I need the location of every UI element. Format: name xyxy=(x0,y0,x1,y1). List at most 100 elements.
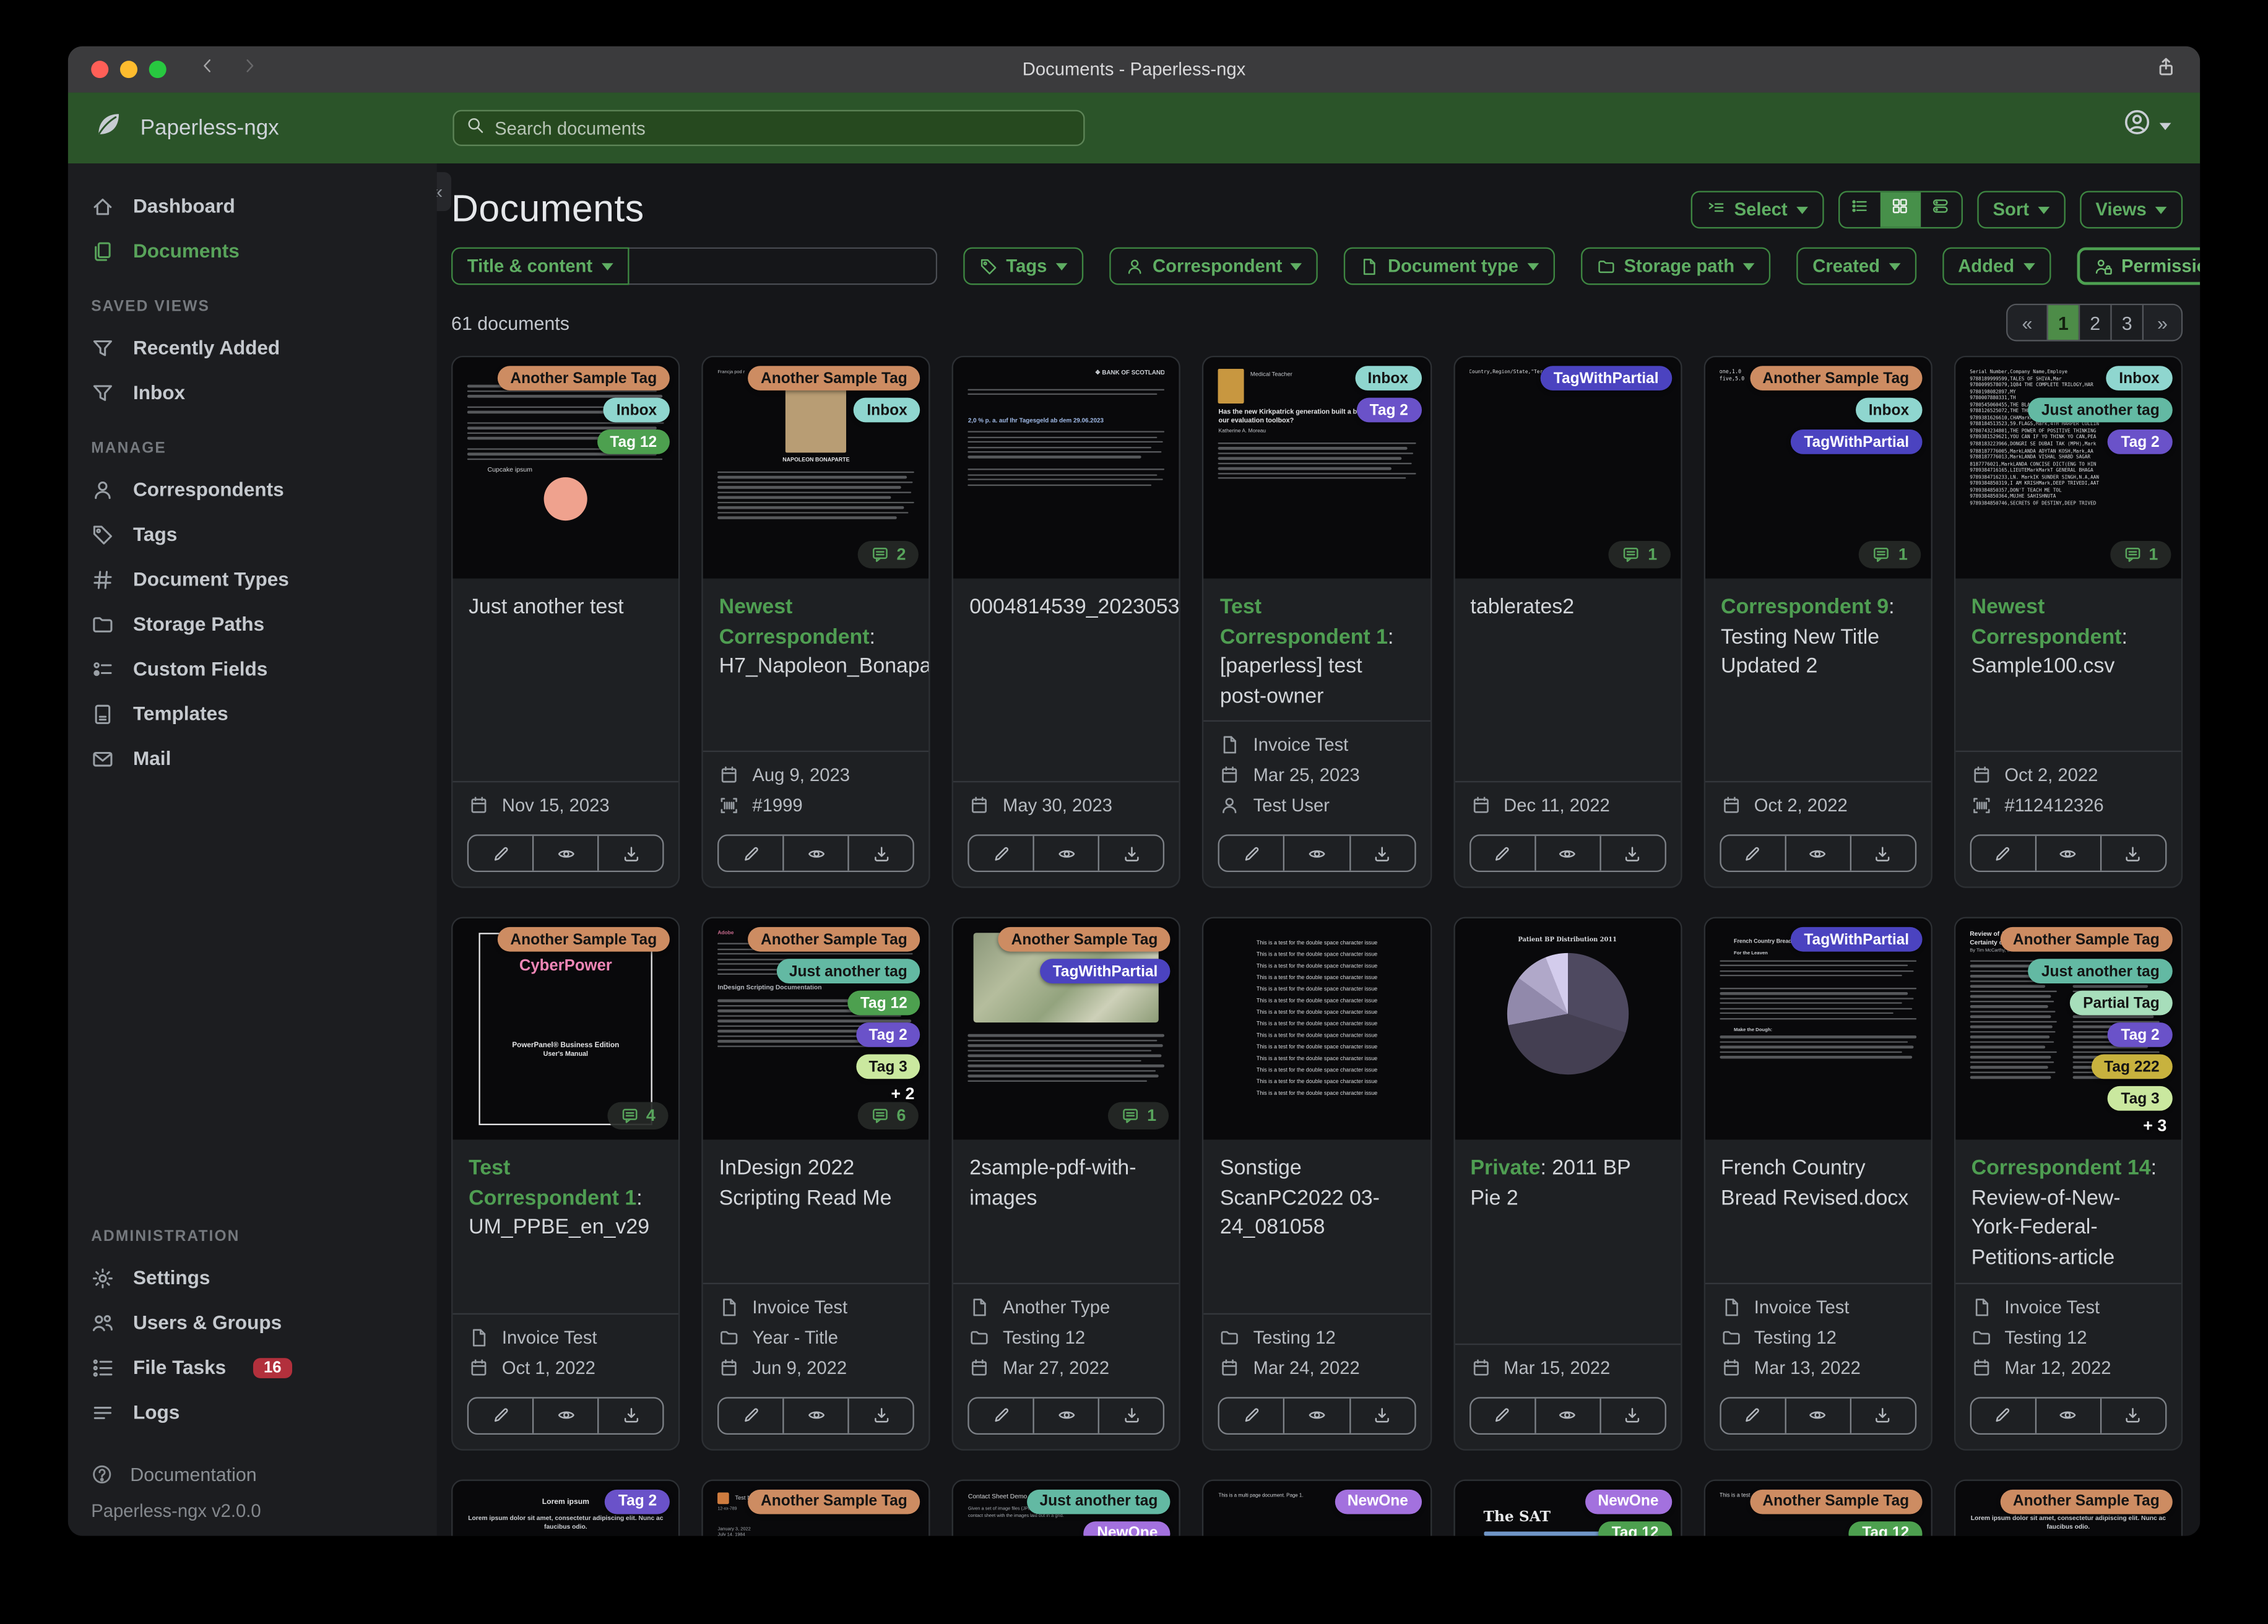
view-button[interactable] xyxy=(1534,1397,1599,1433)
tag-badge[interactable]: NewOne xyxy=(1084,1521,1171,1536)
tag-badge[interactable]: Inbox xyxy=(1354,366,1421,391)
tag-badge[interactable]: Tag 2 xyxy=(855,1022,920,1048)
added-filter-button[interactable]: Added xyxy=(1942,247,2051,285)
title-content-button[interactable]: Title & content xyxy=(451,247,629,285)
document-card[interactable]: Medical Teacher Has the new Kirkpatrick g… xyxy=(1202,355,1432,889)
tag-badge[interactable]: Another Sample Tag xyxy=(497,927,670,952)
correspondent-filter-button[interactable]: Correspondent xyxy=(1109,247,1318,285)
sidebar-item-correspondents[interactable]: Correspondents xyxy=(68,467,437,512)
view-button[interactable] xyxy=(1784,836,1850,871)
download-button[interactable] xyxy=(1098,836,1163,871)
comments-badge[interactable]: 1 xyxy=(1107,1102,1170,1130)
tag-badge[interactable]: Partial Tag xyxy=(2070,991,2173,1016)
document-preview[interactable]: This is a test Another Sample Tag Tag 12 xyxy=(1705,1480,1931,1536)
tag-badge[interactable]: Another Sample Tag xyxy=(1749,1488,1923,1514)
list-view-button[interactable] xyxy=(1840,192,1880,227)
view-button[interactable] xyxy=(1283,1397,1349,1433)
download-button[interactable] xyxy=(1850,1397,1915,1433)
document-preview[interactable]: French Country Bread For the Leaven Make t… xyxy=(1705,918,1931,1141)
document-preview[interactable]: Lorem ipsumLorem ipsum dolor sit amet, c… xyxy=(452,1480,679,1536)
tag-badge[interactable]: NewOne xyxy=(1334,1488,1421,1514)
sidebar-item-custom-fields[interactable]: Custom Fields xyxy=(68,647,437,691)
view-button[interactable] xyxy=(782,1397,848,1433)
document-card[interactable]: Adobe InDesign Scripting Documentation Ano… xyxy=(701,917,931,1450)
document-preview[interactable]: Adobe InDesign Scripting Documentation Ano… xyxy=(703,918,929,1141)
tag-badge[interactable]: Tag 12 xyxy=(597,430,670,454)
tag-badge[interactable]: Tag 3 xyxy=(855,1055,920,1079)
edit-button[interactable] xyxy=(1470,1398,1534,1433)
document-title[interactable]: Newest Correspondent: H7_Napoleon_Bonapa… xyxy=(703,579,929,751)
document-title[interactable]: Correspondent 14: Review-of-New-York-Fed… xyxy=(1955,1140,2181,1282)
tag-badge[interactable]: Inbox xyxy=(2106,366,2173,391)
storage-path-filter-button[interactable]: Storage path xyxy=(1580,247,1771,285)
document-title[interactable]: Test Correspondent 1: UM_PPBE_en_v29 xyxy=(452,1140,678,1313)
edit-button[interactable] xyxy=(1470,836,1534,871)
document-title[interactable]: Private: 2011 BP Pie 2 xyxy=(1455,1140,1681,1343)
edit-button[interactable] xyxy=(1972,836,2035,871)
document-title[interactable]: Just another test xyxy=(452,579,678,782)
document-card[interactable]: The SATPracticeTest #1Make time to take … xyxy=(1453,1479,1682,1536)
pagination-page-2[interactable]: 2 xyxy=(2078,305,2111,340)
document-card[interactable]: Lorem ipsumLorem ipsum dolor sit amet, c… xyxy=(451,1479,680,1536)
document-preview[interactable]: Medical Teacher Has the new Kirkpatrick g… xyxy=(1204,357,1430,579)
document-card[interactable]: Review of Arbitral Awards Shows Swift Re… xyxy=(1954,917,2183,1450)
tag-badge[interactable]: Just another tag xyxy=(2028,397,2173,423)
document-card[interactable]: Contact Sheet Demo Given a set of image f… xyxy=(952,1479,1181,1536)
tag-badge[interactable]: Just another tag xyxy=(776,959,920,984)
document-preview[interactable]: Adobe Acrobat PDF FilesCupcake ipsumAnot… xyxy=(452,357,679,579)
download-button[interactable] xyxy=(1098,1397,1163,1433)
document-card[interactable]: Patient BP Distribution 2011 Private: 201… xyxy=(1453,917,1682,1450)
tag-badge[interactable]: TagWithPartial xyxy=(1791,430,1923,454)
sort-button[interactable]: Sort xyxy=(1976,190,2066,228)
document-preview[interactable]: Francja pod r NAPOLEON BONAPARTE Another S… xyxy=(703,357,929,579)
document-card[interactable]: This is a test Another Sample Tag Tag 12 xyxy=(1703,1479,1933,1536)
document-title[interactable]: Sonstige ScanPC2022 03-24_081058 xyxy=(1204,1140,1430,1313)
tag-badge[interactable]: Inbox xyxy=(1855,397,1923,423)
tag-badge[interactable]: TagWithPartial xyxy=(1540,366,1672,391)
tag-badge[interactable]: Another Sample Tag xyxy=(747,1488,920,1514)
edit-button[interactable] xyxy=(969,1398,1033,1433)
document-title[interactable]: InDesign 2022 Scripting Read Me xyxy=(703,1140,929,1282)
edit-button[interactable] xyxy=(469,1398,532,1433)
sidebar-item-documents[interactable]: Documents xyxy=(68,228,437,273)
download-button[interactable] xyxy=(597,1397,662,1433)
comments-badge[interactable]: 1 xyxy=(2110,540,2171,569)
view-button[interactable] xyxy=(1534,836,1599,871)
tag-badge[interactable]: Another Sample Tag xyxy=(998,927,1171,952)
title-content-input[interactable] xyxy=(628,247,937,285)
document-title[interactable]: 0004814539_20230531 xyxy=(954,579,1179,782)
document-title[interactable]: French Country Bread Revised.docx xyxy=(1705,1140,1931,1282)
document-preview[interactable]: This is a test for the double space char… xyxy=(1204,918,1430,1141)
document-card[interactable]: CyberPower PowerPanel® Business Edition Us… xyxy=(451,917,680,1450)
document-card[interactable]: Serial Number,Company Name,Employe 978818… xyxy=(1954,355,2183,889)
document-card[interactable]: one,1.0 five,5.0 Another Sample Tag Inbox Ta… xyxy=(1703,355,1933,889)
tag-badge[interactable]: Another Sample Tag xyxy=(747,927,920,952)
tag-badge[interactable]: Tag 12 xyxy=(1849,1521,1923,1536)
document-type-filter-button[interactable]: Document type xyxy=(1344,247,1555,285)
permissions-filter-button[interactable]: Permissions xyxy=(2076,247,2201,285)
view-button[interactable] xyxy=(2035,836,2100,871)
document-card[interactable]: Lorem ipsumLorem ipsum dolor sit amet, c… xyxy=(1954,1479,2183,1536)
download-button[interactable] xyxy=(1599,1397,1664,1433)
document-preview[interactable]: The SATPracticeTest #1Make time to take … xyxy=(1454,1480,1681,1536)
edit-button[interactable] xyxy=(469,836,532,871)
tag-badge[interactable]: Another Sample Tag xyxy=(1999,1488,2173,1514)
edit-button[interactable] xyxy=(719,836,783,871)
share-icon[interactable] xyxy=(2155,56,2177,85)
sidebar-item-mail[interactable]: Mail xyxy=(68,736,437,780)
sidebar-item-recently-added[interactable]: Recently Added xyxy=(68,326,437,370)
download-button[interactable] xyxy=(847,1397,913,1433)
tag-badge[interactable]: TagWithPartial xyxy=(1039,959,1171,984)
download-button[interactable] xyxy=(1349,836,1414,871)
edit-button[interactable] xyxy=(1972,1398,2035,1433)
sidebar-item-inbox[interactable]: Inbox xyxy=(68,370,437,415)
view-button[interactable] xyxy=(1033,836,1098,871)
brand[interactable]: Paperless-ngx xyxy=(93,108,437,147)
document-card[interactable]: Adobe Acrobat PDF FilesCupcake ipsumAnot… xyxy=(451,355,680,889)
tag-badge[interactable]: Another Sample Tag xyxy=(1999,927,2173,952)
created-filter-button[interactable]: Created xyxy=(1796,247,1916,285)
pagination-page-1[interactable]: 1 xyxy=(2046,305,2079,340)
document-card[interactable]: This is a test for the double space char… xyxy=(1202,917,1432,1450)
edit-button[interactable] xyxy=(1220,1398,1284,1433)
document-preview[interactable]: Review of Arbitral Awards Shows Swift Re… xyxy=(1955,918,2181,1141)
